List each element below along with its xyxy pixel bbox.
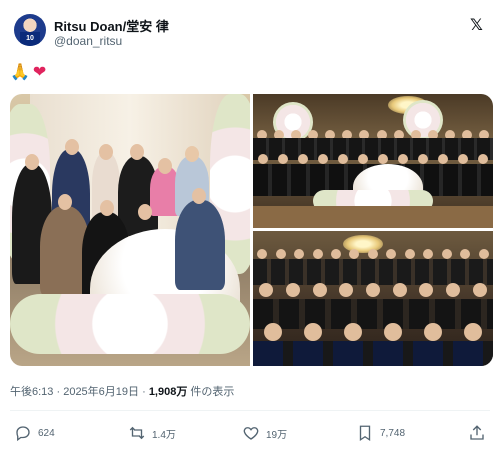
share-icon [470, 425, 484, 440]
crowd-row-middle [253, 154, 493, 164]
guest-head [192, 188, 206, 204]
repost-count: 1.4万 [152, 429, 176, 441]
guest-head [130, 144, 144, 160]
repost-button[interactable]: 1.4万 [128, 420, 176, 446]
post-metadata: 午後6:13 · 2025年6月19日 · 1,908万 件の表示 [10, 383, 234, 399]
avatar[interactable]: 10 [14, 14, 46, 46]
reply-icon [16, 426, 30, 442]
guest-head [99, 144, 113, 160]
photo-wedding-couple[interactable] [10, 94, 250, 366]
like-button[interactable]: 19万 [242, 420, 287, 446]
views-label: 件の表示 [187, 386, 235, 398]
flower-decor-front [10, 294, 250, 354]
meta-separator: · [53, 386, 64, 398]
bookmark-count: 7,748 [380, 427, 406, 439]
guest-head [65, 139, 79, 155]
bride-head [138, 204, 152, 220]
post-date[interactable]: 2025年6月19日 [63, 386, 139, 398]
avatar-jersey-number: 10 [20, 32, 40, 46]
photo-party-selfie[interactable] [253, 231, 493, 366]
guest-head [185, 146, 199, 162]
views-count: 1,908万 [148, 386, 188, 398]
stage-floor [253, 206, 493, 228]
reply-count: 624 [38, 427, 55, 439]
tweet-header: 10 Ritsu Doan/堂安 律 @doan_ritsu 𝕏 [14, 14, 486, 54]
action-bar: 624 1.4万 19万 7,748 [10, 420, 490, 446]
like-count: 19万 [266, 429, 288, 441]
crowd-row-middle [253, 283, 493, 297]
author-handle[interactable]: @doan_ritsu [54, 34, 122, 48]
media-grid [10, 94, 493, 366]
heart-icon [243, 427, 259, 440]
suits-row-front [253, 341, 493, 366]
crowd-row-back [253, 249, 493, 259]
bookmark-icon [359, 425, 371, 442]
share-button[interactable] [468, 420, 492, 446]
post-text: 🙏 ❤ [10, 62, 46, 82]
repost-icon [129, 426, 145, 440]
groom-head [100, 200, 114, 216]
post-time[interactable]: 午後6:13 [10, 386, 53, 398]
guest-head [58, 194, 72, 210]
crowd-row-front [253, 323, 493, 341]
meta-separator: · [139, 386, 149, 398]
author-display-name[interactable]: Ritsu Doan/堂安 律 [54, 16, 169, 35]
divider [10, 410, 490, 411]
guest-head [158, 158, 172, 174]
heart-emoji: ❤ [32, 64, 47, 81]
bookmark-button[interactable]: 7,748 [356, 420, 405, 446]
x-logo-icon: 𝕏 [470, 17, 483, 34]
guest-figure [175, 200, 225, 290]
photo-group-stage[interactable] [253, 94, 493, 228]
suits-row-back [253, 259, 493, 285]
pray-emoji: 🙏 [10, 64, 30, 81]
guest-head [25, 154, 39, 170]
reply-button[interactable]: 624 [14, 420, 55, 446]
